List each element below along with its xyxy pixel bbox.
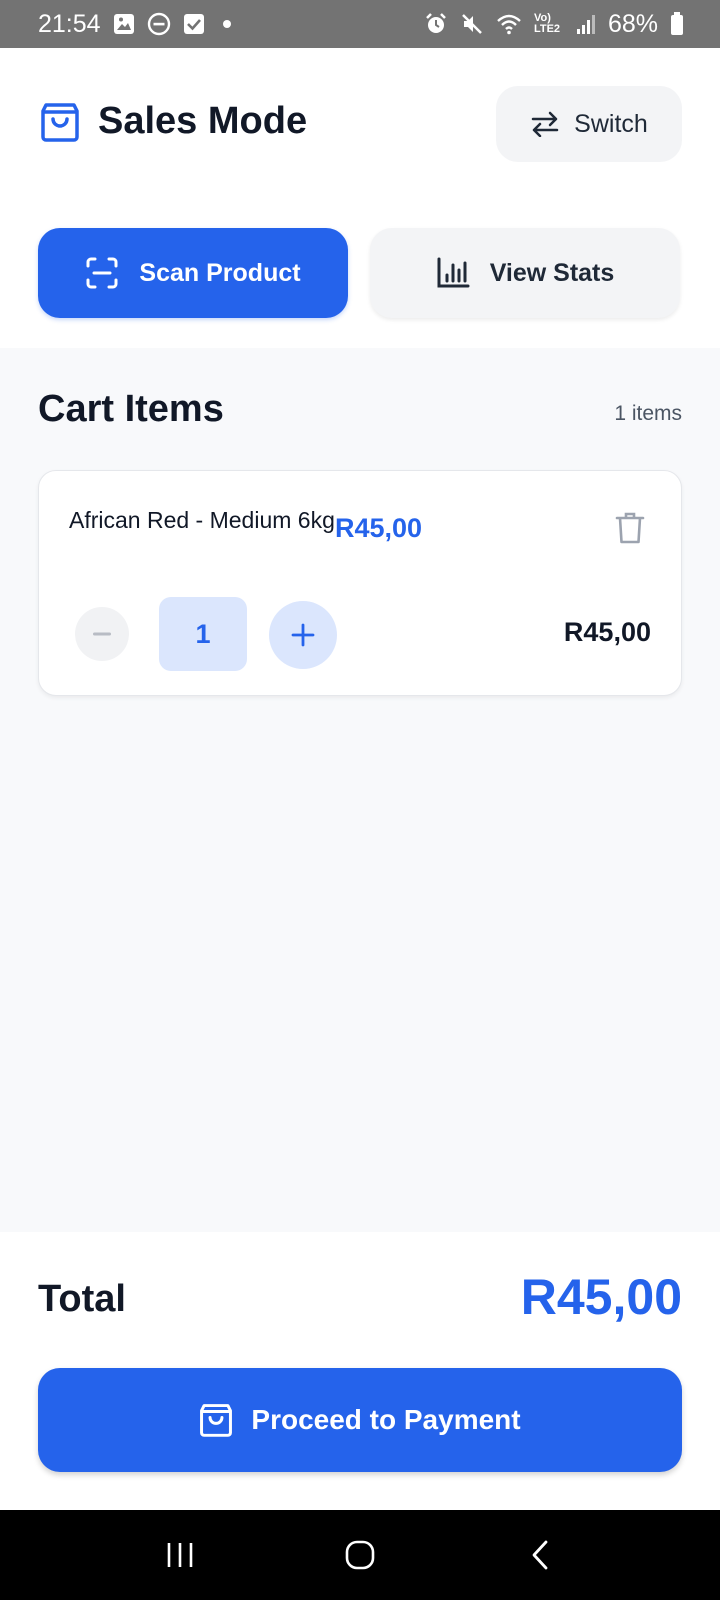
item-unit-price: R45,00 <box>335 513 423 543</box>
pay-label: Proceed to Payment <box>251 1404 521 1435</box>
quantity-value[interactable]: 1 <box>159 597 247 671</box>
recent-apps-button[interactable] <box>140 1525 220 1585</box>
check-icon <box>183 13 205 35</box>
status-time: 21:54 <box>38 9 101 38</box>
image-icon <box>113 13 135 35</box>
cart-heading: Cart Items <box>38 388 224 430</box>
item-name: African Red - Medium 6kg <box>69 507 335 533</box>
status-bar-right: Vo) LTE2 68% <box>424 10 684 39</box>
home-button[interactable] <box>320 1525 400 1585</box>
signal-icon <box>576 13 596 35</box>
app-title-group: Sales Mode <box>40 100 307 143</box>
view-stats-button[interactable]: View Stats <box>370 228 680 318</box>
minus-icon <box>93 632 111 636</box>
switch-label: Switch <box>574 109 648 138</box>
action-row: Scan Product View Stats <box>38 228 684 320</box>
decrease-quantity-button[interactable] <box>75 607 129 661</box>
scan-product-button[interactable]: Scan Product <box>38 228 348 318</box>
dot-icon <box>222 20 231 28</box>
delete-item-button[interactable] <box>613 509 647 547</box>
alarm-icon <box>424 12 448 36</box>
page-title: Sales Mode <box>98 100 308 142</box>
scan-label: Scan Product <box>139 258 301 287</box>
scan-icon <box>85 256 119 290</box>
status-bar: 21:54 Vo) LTE2 68% <box>0 0 720 48</box>
wifi-icon <box>496 13 522 35</box>
cart-item-card: African Red - Medium 6kg R45,00 1 R45,00 <box>38 470 682 696</box>
item-line-total: R45,00 <box>563 617 651 647</box>
bar-chart-icon <box>436 257 470 289</box>
system-nav-bar <box>0 1510 720 1600</box>
network-label: Vo) LTE2 <box>533 12 561 35</box>
swap-arrows-icon <box>530 111 560 137</box>
plus-icon <box>291 623 315 647</box>
back-button[interactable] <box>500 1525 580 1585</box>
recents-icon <box>165 1541 195 1569</box>
proceed-to-payment-button[interactable]: Proceed to Payment <box>38 1368 682 1472</box>
home-icon <box>344 1539 376 1571</box>
status-bar-left: 21:54 <box>38 10 231 39</box>
trash-icon <box>615 511 645 545</box>
total-value: R45,00 <box>520 1269 682 1325</box>
switch-button[interactable]: Switch <box>496 86 682 162</box>
cart-section: Cart Items 1 items African Red - Medium … <box>0 348 720 1232</box>
shopping-bag-icon <box>40 101 80 143</box>
battery-icon <box>670 12 684 36</box>
dnd-icon <box>147 12 171 36</box>
battery-percent: 68% <box>607 9 658 38</box>
checkout-footer: Total R45,00 Proceed to Payment <box>0 1232 720 1510</box>
stats-label: View Stats <box>489 258 615 287</box>
back-icon <box>529 1539 551 1571</box>
total-label: Total <box>38 1278 126 1320</box>
increase-quantity-button[interactable] <box>269 601 337 669</box>
mute-icon <box>460 12 484 36</box>
cart-count: 1 items <box>614 402 682 425</box>
app-header: Sales Mode Switch Scan Product View Stat… <box>0 48 720 348</box>
shopping-bag-icon <box>199 1402 233 1438</box>
